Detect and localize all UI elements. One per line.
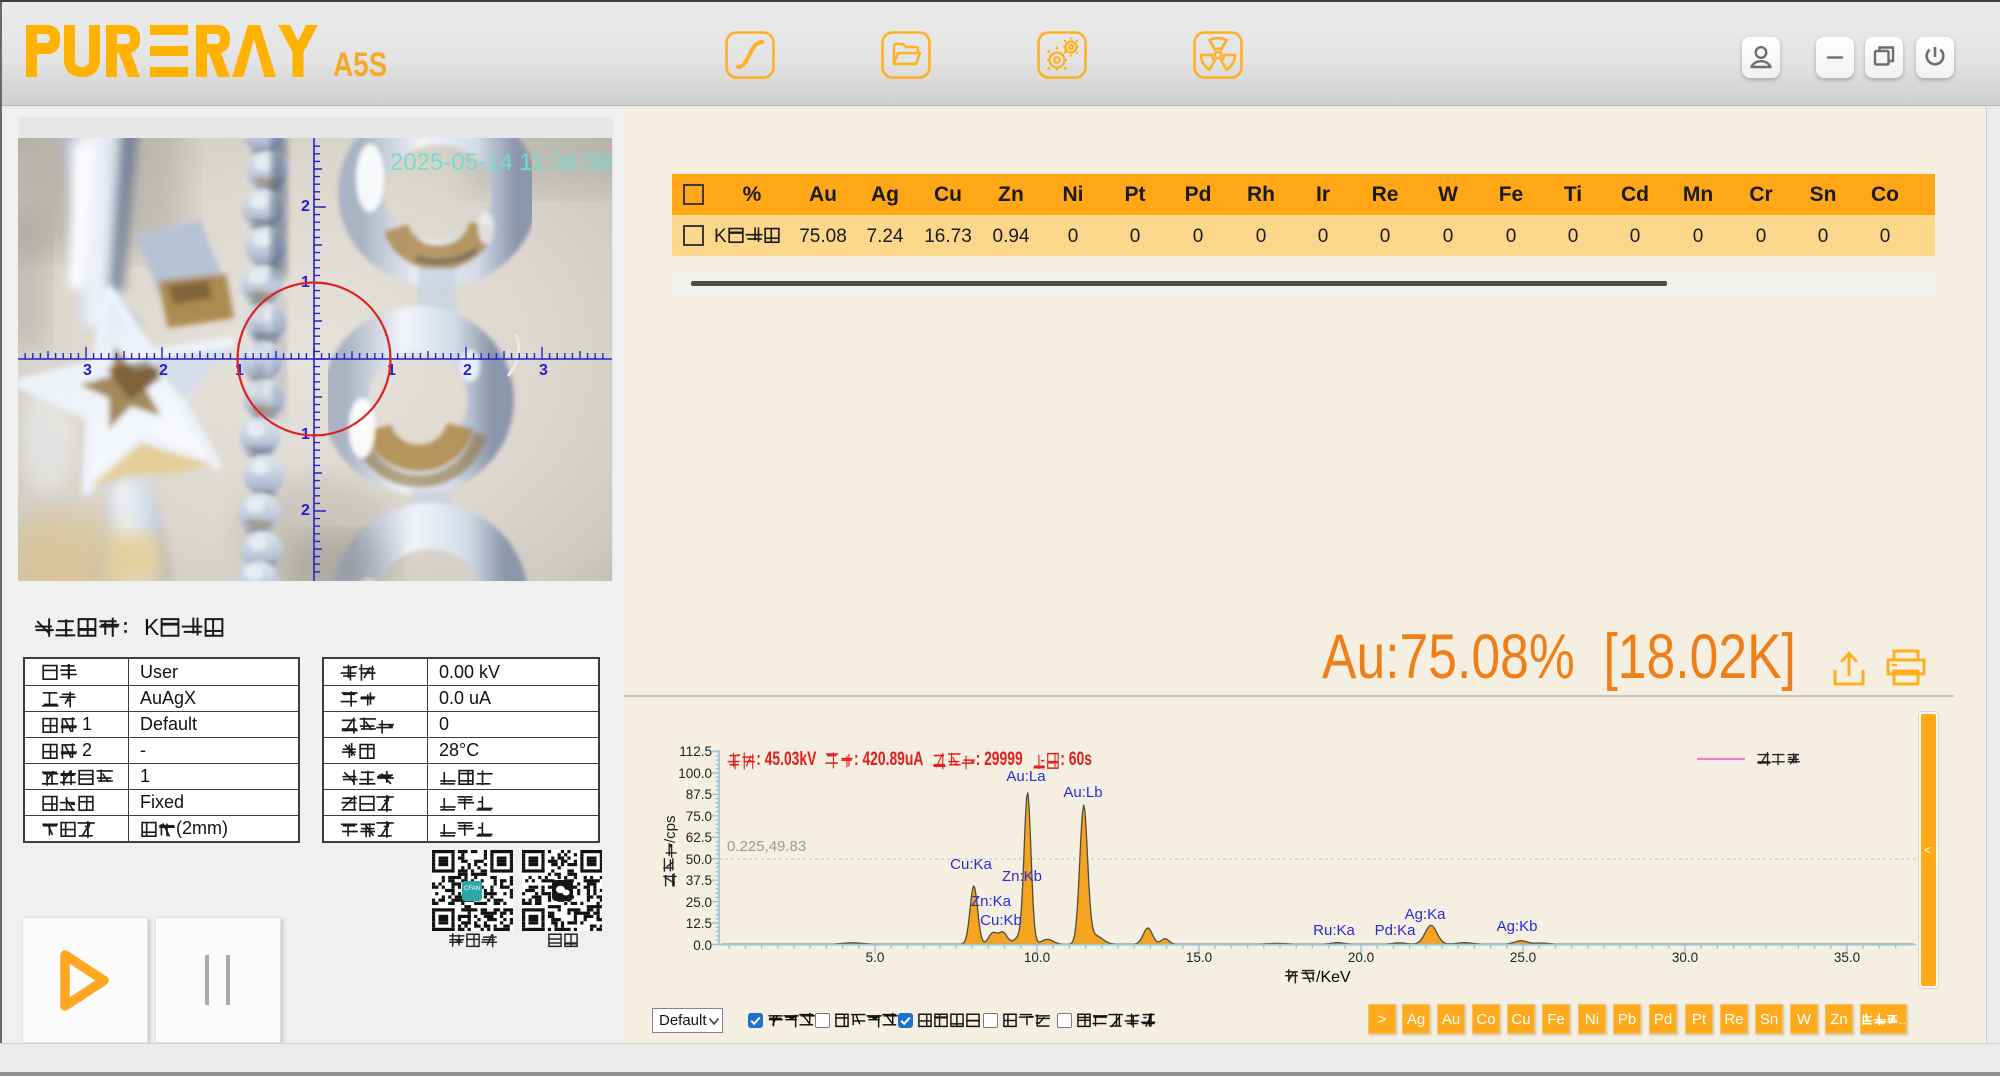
svg-text:2025-05-14 11:36:08: 2025-05-14 11:36:08 xyxy=(390,149,611,176)
svg-text:Ru:Ka: Ru:Ka xyxy=(1313,922,1355,939)
svg-text:Cu:Ka: Cu:Ka xyxy=(950,856,992,873)
svg-text:10.0: 10.0 xyxy=(1024,950,1050,965)
svg-text:Zn:Kb: Zn:Kb xyxy=(1002,868,1042,885)
svg-text:37.5: 37.5 xyxy=(686,873,712,888)
svg-text:Ag:Ka: Ag:Ka xyxy=(1405,906,1447,923)
svg-text:2: 2 xyxy=(301,502,310,519)
svg-text:3: 3 xyxy=(83,362,92,379)
svg-text:25.0: 25.0 xyxy=(686,895,712,910)
svg-text:62.5: 62.5 xyxy=(686,830,712,845)
svg-text:30.0: 30.0 xyxy=(1672,950,1698,965)
svg-text:12.5: 12.5 xyxy=(686,916,712,931)
svg-text:Zn:Ka: Zn:Ka xyxy=(971,893,1012,910)
svg-text:3: 3 xyxy=(539,362,548,379)
svg-text:CFAN: CFAN xyxy=(464,886,480,892)
svg-text:15.0: 15.0 xyxy=(1186,950,1212,965)
svg-text:0.225,49.83: 0.225,49.83 xyxy=(727,838,806,855)
svg-text:Pd:Ka: Pd:Ka xyxy=(1375,922,1417,939)
svg-text:50.0: 50.0 xyxy=(686,852,712,867)
svg-text:112.5: 112.5 xyxy=(679,744,712,759)
svg-text:87.5: 87.5 xyxy=(686,787,712,802)
svg-text:100.0: 100.0 xyxy=(678,766,712,781)
svg-text:Au:Lb: Au:Lb xyxy=(1063,784,1102,801)
svg-text:2: 2 xyxy=(159,362,168,379)
svg-text:2: 2 xyxy=(301,198,310,215)
svg-text:20.0: 20.0 xyxy=(1348,950,1374,965)
svg-text:25.0: 25.0 xyxy=(1510,950,1536,965)
svg-text:5.0: 5.0 xyxy=(866,950,885,965)
svg-text:75.0: 75.0 xyxy=(686,809,712,824)
svg-text:Ag:Kb: Ag:Kb xyxy=(1497,918,1538,935)
svg-text:Cu:Kb: Cu:Kb xyxy=(980,912,1022,929)
svg-text:0.0: 0.0 xyxy=(693,938,712,953)
svg-text:2: 2 xyxy=(463,362,472,379)
svg-text:35.0: 35.0 xyxy=(1834,950,1860,965)
